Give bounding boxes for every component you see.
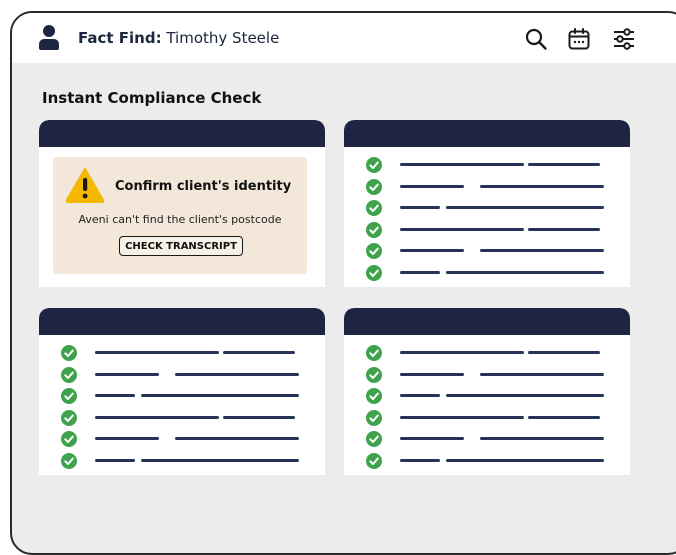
placeholder-line bbox=[400, 458, 440, 462]
calendar-icon[interactable] bbox=[567, 27, 591, 51]
placeholder-line bbox=[400, 437, 464, 440]
check-circle-icon bbox=[366, 221, 382, 238]
placeholder-line bbox=[480, 437, 604, 440]
placeholder-line bbox=[528, 351, 600, 354]
placeholder-line bbox=[141, 458, 299, 462]
filter-sliders-icon[interactable] bbox=[612, 27, 636, 51]
placeholder-line bbox=[95, 415, 219, 419]
placeholder-line bbox=[400, 394, 440, 397]
warning-triangle-icon bbox=[65, 168, 105, 203]
placeholder-line bbox=[446, 206, 604, 209]
placeholder-line bbox=[400, 184, 464, 188]
placeholder-line bbox=[95, 372, 159, 376]
search-icon[interactable] bbox=[524, 27, 548, 51]
placeholder-line bbox=[400, 163, 524, 166]
placeholder-line bbox=[223, 351, 295, 354]
check-circle-icon bbox=[61, 345, 77, 361]
check-circle-icon bbox=[366, 264, 382, 281]
placeholder-line bbox=[480, 184, 604, 188]
title-prefix: Fact Find: bbox=[78, 29, 162, 47]
placeholder-line bbox=[446, 394, 604, 397]
placeholder-line bbox=[480, 372, 604, 376]
placeholder-line bbox=[480, 249, 604, 252]
check-circle-icon bbox=[366, 243, 382, 259]
placeholder-line bbox=[95, 437, 159, 440]
top-bar: Fact Find: Timothy Steele bbox=[12, 13, 676, 63]
identity-alert: Confirm client's identity Aveni can't fi… bbox=[53, 157, 307, 274]
section-title: Instant Compliance Check bbox=[42, 89, 262, 107]
user-icon[interactable] bbox=[38, 25, 60, 51]
placeholder-line bbox=[95, 458, 135, 462]
check-circle-icon bbox=[366, 409, 382, 426]
check-circle-icon bbox=[366, 452, 382, 469]
placeholder-line bbox=[400, 351, 524, 354]
client-name: Timothy Steele bbox=[166, 29, 280, 47]
placeholder-line bbox=[400, 249, 464, 252]
page-title: Fact Find: Timothy Steele bbox=[78, 29, 279, 47]
placeholder-line bbox=[528, 227, 600, 231]
placeholder-line bbox=[400, 415, 524, 419]
placeholder-line bbox=[528, 163, 600, 166]
card-header bbox=[39, 308, 325, 335]
placeholder-line bbox=[400, 270, 440, 274]
check-circle-icon bbox=[61, 409, 77, 426]
compliance-card-4 bbox=[344, 308, 630, 475]
placeholder-line bbox=[400, 206, 440, 209]
check-circle-icon bbox=[366, 345, 382, 361]
placeholder-line bbox=[446, 458, 604, 462]
check-circle-icon bbox=[366, 431, 382, 447]
check-circle-icon bbox=[61, 366, 77, 383]
compliance-card-2 bbox=[344, 120, 630, 287]
check-circle-icon bbox=[366, 388, 382, 404]
app-window: Fact Find: Timothy Steele Instant Compli… bbox=[10, 11, 676, 555]
check-circle-icon bbox=[61, 388, 77, 404]
placeholder-line bbox=[528, 415, 600, 419]
card-header bbox=[39, 120, 325, 147]
placeholder-line bbox=[400, 372, 464, 376]
placeholder-line bbox=[175, 437, 299, 440]
card-header bbox=[344, 308, 630, 335]
placeholder-line bbox=[400, 227, 524, 231]
placeholder-line bbox=[446, 270, 604, 274]
check-circle-icon bbox=[61, 452, 77, 469]
compliance-card-identity: Confirm client's identity Aveni can't fi… bbox=[39, 120, 325, 287]
placeholder-line bbox=[223, 415, 295, 419]
check-circle-icon bbox=[366, 157, 382, 173]
placeholder-line bbox=[141, 394, 299, 397]
placeholder-line bbox=[95, 394, 135, 397]
alert-title: Confirm client's identity bbox=[115, 179, 292, 194]
placeholder-line bbox=[95, 351, 219, 354]
alert-message: Aveni can't find the client's postcode bbox=[78, 213, 282, 226]
compliance-card-3 bbox=[39, 308, 325, 475]
card-header bbox=[344, 120, 630, 147]
check-circle-icon bbox=[61, 431, 77, 447]
check-circle-icon bbox=[366, 178, 382, 195]
check-transcript-button[interactable]: CHECK TRANSCRIPT bbox=[119, 236, 243, 256]
placeholder-line bbox=[175, 372, 299, 376]
check-circle-icon bbox=[366, 366, 382, 383]
check-circle-icon bbox=[366, 200, 382, 216]
